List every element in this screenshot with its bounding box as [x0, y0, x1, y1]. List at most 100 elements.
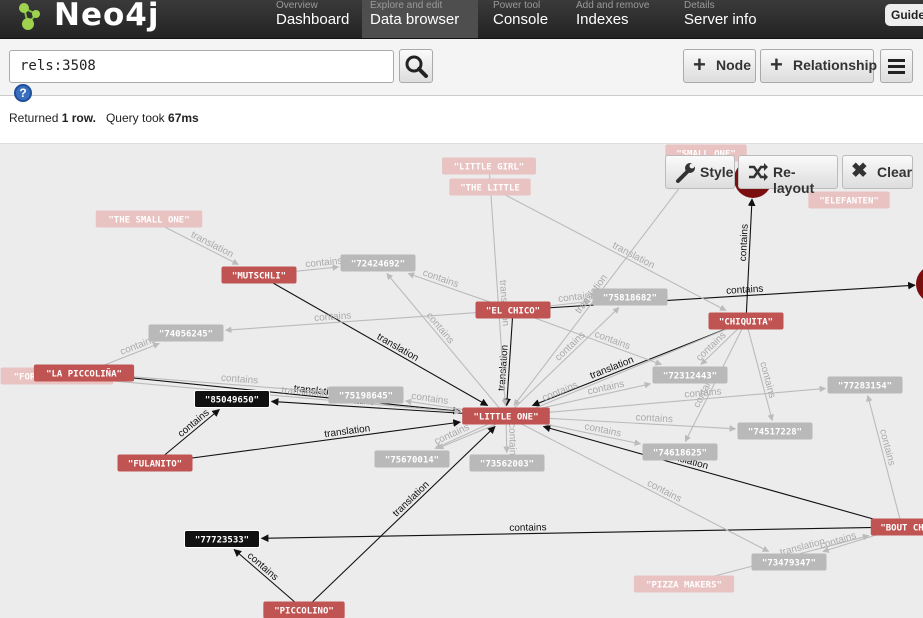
graph-node-elefanten[interactable]: "ELEFANTEN"	[808, 191, 890, 209]
graph-edge-label: contains	[877, 428, 897, 467]
relayout-label: Re-layout	[773, 164, 815, 196]
relayout-button[interactable]: Re-layout	[738, 155, 838, 196]
graph-node-circle[interactable]	[916, 265, 923, 303]
clear-button[interactable]: ✖ Clear	[842, 155, 913, 189]
tab-data-browser-sub: Explore and edit	[370, 0, 443, 11]
graph-node-n77283154[interactable]: "77283154"	[827, 376, 903, 394]
graph-node-bout-ch[interactable]: "BOUT CH	[870, 518, 923, 536]
graph-edge-label: translation	[391, 479, 432, 519]
graph-node-n74618625[interactable]: "74618625"	[642, 443, 718, 461]
graph-edge[interactable]	[224, 309, 514, 334]
wrench-icon	[674, 161, 696, 187]
tab-dashboard[interactable]: Overview Dashboard	[268, 0, 354, 38]
graph-node-label: "74056245"	[159, 330, 213, 340]
graph-edge-label: contains	[645, 478, 683, 505]
graph-edge-label: contains	[583, 421, 622, 439]
graph-node-n74517228[interactable]: "74517228"	[737, 422, 813, 440]
graph-node-n73479347[interactable]: "73479347"	[751, 553, 827, 571]
graph-node-n77723533[interactable]: "77723533"	[184, 530, 260, 548]
graph-node-label: "THE SMALL ONE"	[108, 216, 189, 226]
graph-node-little-girl[interactable]: "LITTLE GIRL"	[442, 157, 536, 175]
tab-dashboard-label: Dashboard	[276, 11, 350, 28]
graph-edge[interactable]	[260, 526, 903, 543]
graph-node-the-little[interactable]: "THE LITTLE	[449, 178, 531, 196]
tab-indexes[interactable]: Add and remove Indexes	[568, 0, 668, 38]
graph-node-n75818682[interactable]: "75818682"	[592, 288, 668, 306]
graph-node-n72424692[interactable]: "72424692"	[340, 254, 416, 272]
add-relationship-label: Relationship	[793, 57, 878, 73]
graph-node-label: "EL CHICO"	[486, 307, 540, 317]
help-icon[interactable]: ?	[14, 84, 32, 102]
graph-edge-label: contains	[819, 530, 858, 552]
graph-node-pizza-makers[interactable]: "PIZZA MAKERS"	[633, 575, 735, 593]
tab-server-info[interactable]: Details Server info	[676, 0, 766, 38]
graph-node-label: "74517228"	[748, 428, 802, 438]
graph-node-little-one[interactable]: "LITTLE ONE"	[462, 407, 550, 425]
tab-server-info-sub: Details	[684, 0, 715, 11]
graph-visualization[interactable]: translation translation translation transla…	[0, 143, 923, 618]
tab-console-sub: Power tool	[493, 0, 541, 11]
status-mid: Query took	[105, 111, 165, 125]
graph-node-el-chico[interactable]: "EL CHICO"	[475, 301, 551, 319]
graph-edge-label: contains	[593, 329, 632, 352]
graph-node-piccolino[interactable]: "PICCOLINO"	[263, 601, 345, 618]
tab-indexes-sub: Add and remove	[576, 0, 650, 11]
status-rows: 1 row.	[61, 111, 96, 125]
graph-node-n74056245[interactable]: "74056245"	[148, 324, 224, 342]
graph-edge-label: contains	[635, 412, 673, 425]
tab-server-info-label: Server info	[684, 11, 757, 28]
query-toolbar: rels:3508 + Node + Relationship	[0, 39, 923, 96]
style-button[interactable]: Style	[665, 155, 735, 189]
graph-node-label: "LITTLE GIRL"	[454, 163, 524, 173]
graph-node-the-small-one[interactable]: "THE SMALL ONE"	[95, 210, 203, 228]
graph-node-label: "75670014"	[385, 456, 439, 466]
graph-edge[interactable]	[542, 424, 903, 528]
graph-edge-label: contains	[509, 522, 546, 534]
graph-node-circle-right[interactable]	[916, 265, 923, 303]
graph-edge-label: contains	[424, 311, 456, 347]
graph-node-label: "75818682"	[603, 294, 657, 304]
search-button[interactable]	[399, 49, 433, 83]
graph-edge-label: contains	[541, 380, 580, 404]
graph-node-label: "74618625"	[653, 449, 707, 459]
close-icon: ✖	[851, 160, 868, 182]
graph-node-chiquita[interactable]: "CHIQUITA"	[708, 312, 784, 330]
tab-data-browser[interactable]: Explore and edit Data browser	[362, 0, 478, 38]
graph-canvas[interactable]: translation translation translation transla…	[0, 144, 923, 618]
graph-edge-label: contains	[421, 268, 460, 291]
graph-edge-label: contains	[726, 284, 764, 297]
graph-node-n75198645[interactable]: "75198645"	[328, 386, 404, 404]
search-input[interactable]: rels:3508	[9, 50, 394, 83]
query-status: Returned 1 row. Query took 67ms	[9, 111, 199, 125]
graph-node-fulanito[interactable]: "FULANITO"	[117, 454, 193, 472]
add-relationship-button[interactable]: + Relationship	[760, 49, 878, 83]
graph-node-n75670014[interactable]: "75670014"	[374, 450, 450, 468]
tab-console[interactable]: Power tool Console	[485, 0, 561, 38]
graph-node-label: "THE LITTLE	[460, 184, 520, 194]
shuffle-icon	[747, 161, 769, 187]
graph-node-n73562003[interactable]: "73562003"	[469, 454, 545, 472]
neo4j-logo-icon	[19, 3, 40, 30]
graph-edge-label: contains	[305, 256, 343, 271]
guide-button[interactable]: Guide	[885, 4, 923, 26]
graph-node-label: "77283154"	[838, 382, 892, 392]
graph-node-n85049650[interactable]: "85049650"	[194, 390, 270, 408]
graph-node-n72312443[interactable]: "72312443"	[652, 366, 728, 384]
add-node-button[interactable]: + Node	[683, 49, 756, 83]
graph-node-label: "ELEFANTEN"	[819, 197, 879, 207]
graph-edge-label: contains	[738, 224, 751, 262]
graph-node-la-piccolina[interactable]: "LA PICCOLIÑA"	[33, 364, 135, 382]
tab-console-label: Console	[493, 11, 549, 28]
top-navigation-bar: Neo4j Overview Dashboard Explore and edi…	[0, 0, 923, 39]
graph-node-mutschli[interactable]: "MUTSCHLI"	[221, 266, 297, 284]
graph-node-label: "LITTLE ONE"	[473, 413, 538, 423]
plus-icon: +	[770, 52, 783, 77]
graph-node-label: "LA PICCOLIÑA"	[46, 369, 122, 380]
graph-edge[interactable]	[83, 372, 461, 415]
menu-button[interactable]	[880, 49, 913, 83]
neo4j-logo[interactable]: Neo4j	[14, 0, 158, 38]
graph-node-label: "BOUT CH	[880, 524, 923, 534]
graph-node-label: "CHIQUITA"	[719, 318, 773, 328]
graph-node-label: "72312443"	[663, 372, 717, 382]
add-node-label: Node	[716, 57, 751, 73]
